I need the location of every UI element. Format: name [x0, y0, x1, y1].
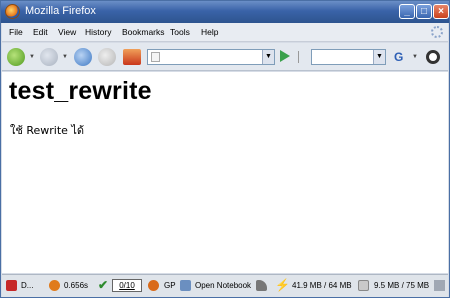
record-icon[interactable]: [426, 50, 440, 64]
search-engine-dropdown-icon[interactable]: ▼: [412, 54, 418, 60]
validator-count-box[interactable]: 0/10: [112, 279, 142, 292]
memory-icon[interactable]: [358, 280, 369, 291]
firefox-addon-icon[interactable]: [148, 280, 159, 291]
go-arrow-icon[interactable]: [280, 50, 290, 62]
status-bar: D... 0.656s ✔ 0/10 GP Open Notebook ⚡ 41…: [2, 274, 448, 297]
firefox-window: Mozilla Firefox _ □ × File Edit View His…: [0, 0, 450, 298]
forward-history-dropdown-icon[interactable]: ▼: [62, 54, 68, 60]
hat-icon[interactable]: [256, 280, 267, 291]
back-arrow-icon[interactable]: [7, 48, 25, 66]
title-bar[interactable]: Mozilla Firefox _ □ ×: [1, 1, 449, 23]
status-done-text: D...: [21, 281, 34, 290]
navigation-toolbar: ▼ ▼ ▼ ▼ G ▼: [2, 43, 448, 71]
page-body-text: ใช้ Rewrite ได้: [10, 124, 85, 137]
close-button[interactable]: ×: [433, 4, 449, 19]
menu-edit[interactable]: Edit: [33, 27, 48, 37]
toolbar-separator[interactable]: [298, 51, 304, 63]
open-notebook-link[interactable]: Open Notebook: [195, 281, 251, 290]
menu-view[interactable]: View: [58, 27, 76, 37]
memory-usage-2: 9.5 MB / 75 MB: [374, 281, 430, 290]
home-icon[interactable]: [123, 49, 141, 65]
page-heading: test_rewrite: [9, 77, 152, 105]
search-input[interactable]: ▼: [311, 49, 386, 65]
menu-tools[interactable]: Tools: [170, 27, 190, 37]
minimize-button[interactable]: _: [399, 4, 415, 19]
status-site-icon[interactable]: [6, 280, 17, 291]
page-content: test_rewrite ใช้ Rewrite ได้: [2, 72, 448, 273]
google-search-icon[interactable]: G: [394, 50, 403, 64]
window-title: Mozilla Firefox: [25, 5, 96, 17]
menu-file[interactable]: File: [9, 27, 23, 37]
url-bar[interactable]: ▼: [147, 49, 275, 65]
menu-bar: File Edit View History Bookmarks Tools H…: [2, 23, 448, 42]
firefox-icon: [5, 4, 20, 19]
url-dropdown-icon[interactable]: ▼: [262, 50, 274, 64]
throbber-icon: [431, 26, 443, 38]
menu-help[interactable]: Help: [201, 27, 218, 37]
search-dropdown-icon[interactable]: ▼: [373, 50, 385, 64]
forward-arrow-icon[interactable]: [40, 48, 58, 66]
page-icon: [151, 52, 160, 62]
validator-count: 0/10: [119, 281, 135, 290]
timer-icon[interactable]: [49, 280, 60, 291]
gp-label[interactable]: GP: [164, 281, 176, 290]
maximize-button[interactable]: □: [416, 4, 432, 19]
menu-history[interactable]: History: [85, 27, 111, 37]
reload-icon[interactable]: [74, 48, 92, 66]
lightning-icon[interactable]: ⚡: [275, 278, 290, 292]
menu-bookmarks[interactable]: Bookmarks: [122, 27, 165, 37]
back-history-dropdown-icon[interactable]: ▼: [29, 54, 35, 60]
memory-usage-1: 41.9 MB / 64 MB: [292, 281, 352, 290]
checkmark-icon[interactable]: ✔: [98, 278, 108, 292]
notebook-icon[interactable]: [180, 280, 191, 291]
load-time: 0.656s: [64, 281, 89, 290]
stop-icon[interactable]: [98, 48, 116, 66]
resize-grip-icon[interactable]: [434, 280, 445, 291]
